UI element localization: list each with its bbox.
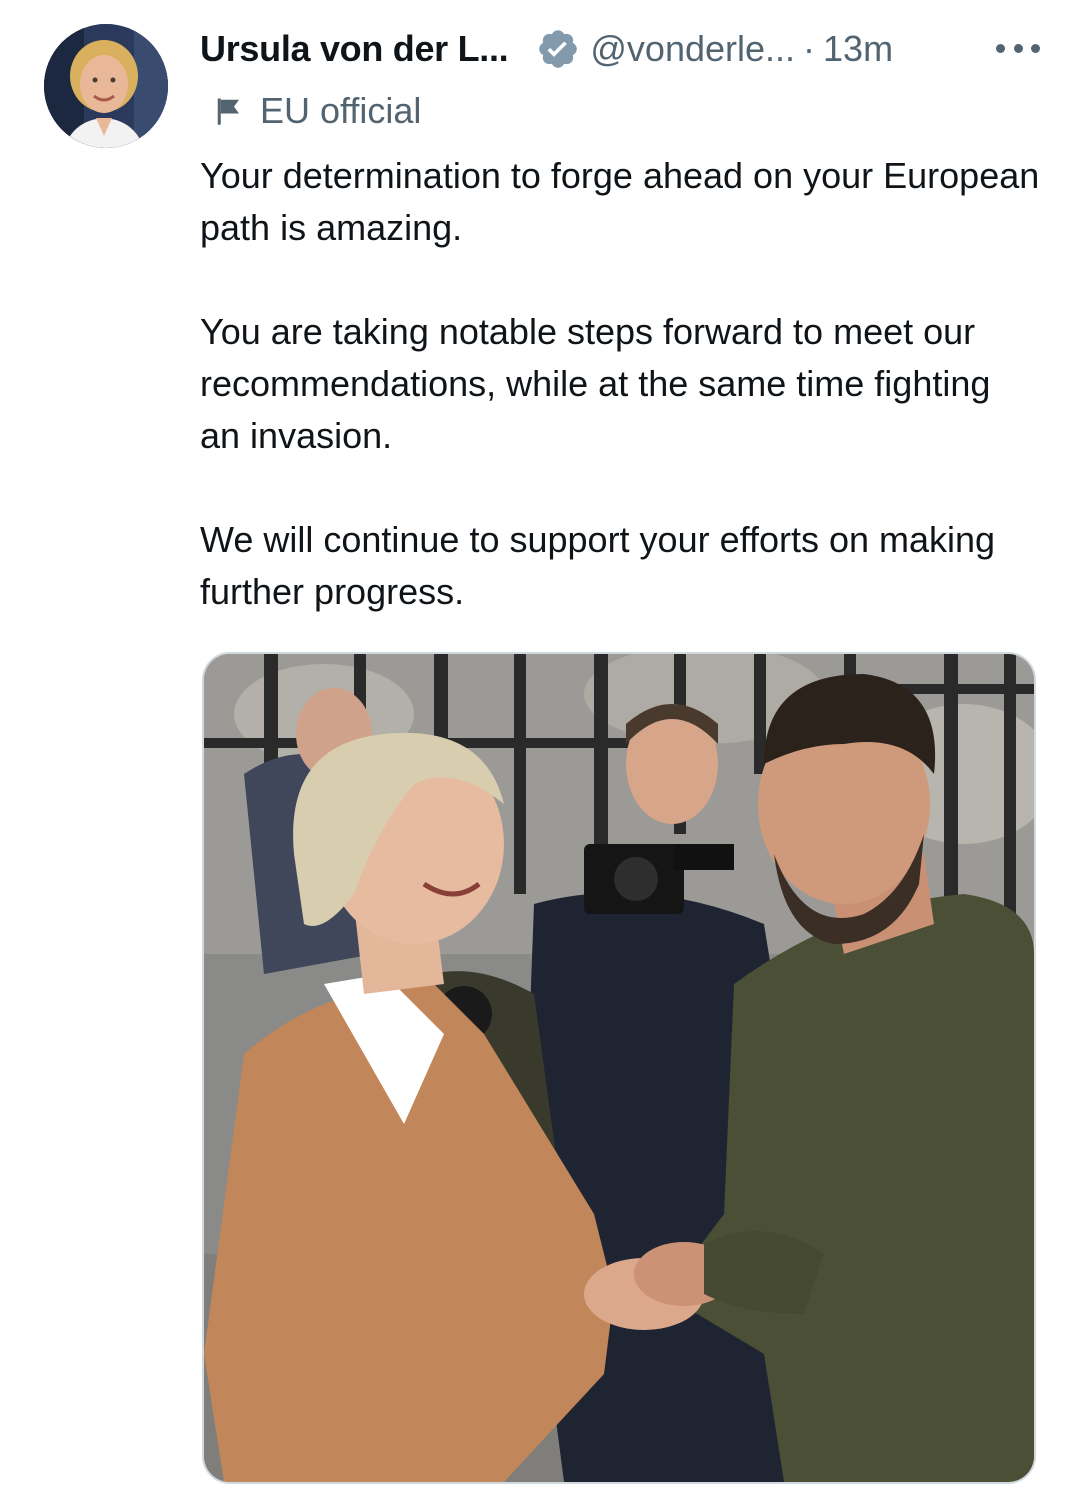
affiliation-label-text: EU official xyxy=(260,90,422,131)
author-handle[interactable]: @vonderle... xyxy=(590,28,795,70)
tweet-paragraph: We will continue to support your efforts… xyxy=(200,519,996,612)
verified-badge-icon[interactable] xyxy=(536,27,580,71)
tweet-paragraph: You are taking notable steps forward to … xyxy=(200,311,991,456)
more-horizontal-icon[interactable] xyxy=(996,30,1040,66)
tweet-text: Your determination to forge ahead on you… xyxy=(200,150,1040,618)
tweet-media-photo[interactable] xyxy=(202,652,1036,1484)
tweet-timestamp[interactable]: 13m xyxy=(823,28,893,70)
affiliation-label[interactable]: EU official xyxy=(214,88,421,134)
flag-icon xyxy=(217,98,239,125)
tweet-header: Ursula von der L... @vonderle... · 13m xyxy=(200,24,1040,74)
author-avatar[interactable] xyxy=(44,24,168,148)
tweet-paragraph: Your determination to forge ahead on you… xyxy=(200,155,1040,248)
author-display-name[interactable]: Ursula von der L... xyxy=(200,28,509,70)
header-separator: · xyxy=(803,28,816,69)
